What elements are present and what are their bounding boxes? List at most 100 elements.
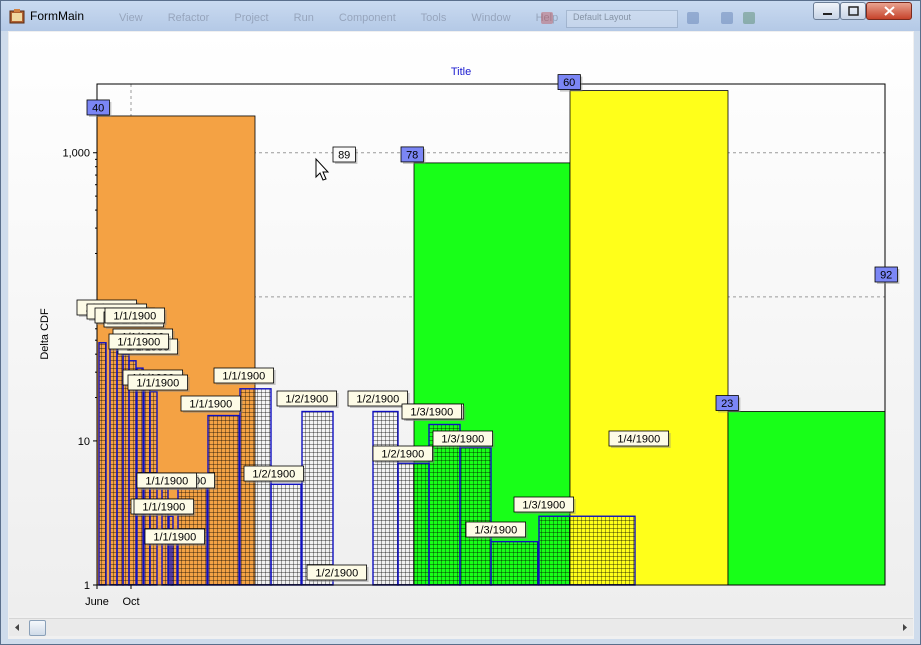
bar-date-label-group: 1/1/1900 [213, 367, 276, 385]
extra-date-label-group: 1/1/1900 [108, 333, 171, 351]
chevron-left-icon [15, 624, 19, 631]
hatched-bar [539, 516, 635, 585]
hatched-bar-group [397, 462, 430, 586]
y-tick-label: 1 [84, 580, 90, 592]
extra-date-label: 1/1/1900 [142, 502, 185, 514]
annotation-label: 89 [338, 150, 350, 162]
hatched-bar-group [239, 388, 272, 586]
hatched-bar [240, 388, 271, 585]
hatched-bar [99, 342, 106, 585]
ghost-menu-item: Run [293, 12, 314, 24]
scroll-left-button[interactable] [9, 619, 26, 636]
bar-value-label-group: 78 [400, 146, 426, 164]
ghost-menu-item: Tools [420, 12, 447, 24]
extra-date-label: 1/1/1900 [113, 311, 156, 323]
close-button[interactable] [866, 2, 912, 20]
extra-date-label-group: 1/2/1900 [306, 564, 369, 582]
hatched-bar-group [490, 540, 539, 586]
hatched-bar [117, 351, 123, 585]
bar-date-label: 1/2/1900 [285, 394, 328, 406]
window-title: FormMain [30, 9, 85, 23]
extra-date-label-group: 1/3/1900 [401, 403, 464, 421]
bar [727, 411, 886, 586]
chart-panel: 1 10 1,000 June Oct 40 78 60 23 1/1/1900 1/1/1900… [9, 32, 913, 616]
ghost-run-icon [541, 12, 553, 24]
bar-date-label-group: 1/2/1900 [243, 465, 306, 483]
bar-value-label: 23 [721, 398, 733, 410]
ghost-menu-item: Component [338, 12, 396, 24]
hatched-bar-group [301, 410, 334, 586]
chart-title: Title [451, 66, 471, 78]
hatched-bar [208, 415, 239, 585]
bar-date-label: 1/1/1900 [136, 378, 179, 390]
form-client-area: 1 10 1,000 June Oct 40 78 60 23 1/1/1900 1/1/1900… [8, 31, 914, 639]
bar-date-label: 1/3/1900 [441, 434, 484, 446]
minimize-icon [823, 13, 832, 15]
y-tick-label: 10 [78, 436, 90, 448]
annotation-label: 92 [880, 270, 892, 282]
hatched-bar-group [270, 483, 302, 586]
ghost-menu-item: Project [234, 12, 269, 24]
mouse-cursor-icon [315, 157, 330, 181]
hatched-bar-group [207, 414, 240, 586]
bar-value-label: 60 [563, 77, 575, 89]
bar-date-label-group: 1/3/1900 [465, 521, 528, 539]
app-icon [9, 9, 25, 24]
ghost-menu-item: Refactor [167, 12, 210, 24]
bar-date-label-group: 1/2/1900 [372, 445, 435, 463]
hatched-bar [129, 360, 136, 585]
ghost-tool-icon [687, 12, 699, 24]
chart[interactable]: 1 10 1,000 June Oct 40 78 60 23 1/1/1900 1/1/1900… [9, 32, 913, 616]
hatched-bar [302, 411, 333, 585]
hatched-bar-group [109, 346, 118, 586]
minimize-button[interactable] [813, 2, 840, 20]
horizontal-scrollbar[interactable] [9, 618, 913, 636]
extra-date-label: 1/2/1900 [315, 568, 358, 580]
bar-date-label-group: 1/3/1900 [432, 430, 495, 448]
extra-date-label: 1/1/1900 [145, 476, 188, 488]
bar-date-label-group: 1/1/1900 [180, 395, 243, 413]
ghost-menu-item: Window [471, 12, 511, 24]
hatched-bar [491, 541, 538, 585]
extra-date-label-group: 1/1/1900 [133, 498, 196, 516]
chevron-right-icon [903, 624, 907, 631]
scrollbar-thumb[interactable] [29, 620, 46, 636]
bar-date-label-group: 1/1/1900 [127, 374, 190, 392]
title-bar[interactable]: FormMain View Refactor Project Run Compo… [1, 1, 920, 31]
bar-date-label: 1/3/1900 [474, 525, 517, 537]
hatched-bar-group [128, 360, 137, 586]
bar-date-label-group: 1/1/1900 [144, 528, 207, 546]
bar-value-label-group: 60 [557, 74, 583, 92]
bar-date-label-group: 1/2/1900 [276, 390, 339, 408]
hatched-bar [398, 463, 429, 585]
scroll-right-button[interactable] [896, 619, 913, 636]
hatched-bar-group [116, 350, 124, 586]
extra-date-label-group: 1/1/1900 [136, 472, 199, 490]
bar-date-label: 1/2/1900 [356, 394, 399, 406]
annotation-label-group: 89 [332, 146, 358, 164]
hatched-bar [171, 541, 177, 585]
annotation-label-group: 92 [874, 266, 900, 284]
hatched-bar [110, 346, 117, 585]
extra-date-label: 1/3/1900 [410, 407, 453, 419]
bar-value-label-group: 40 [86, 99, 112, 117]
extra-date-label-group: 1/1/1900 [104, 307, 167, 325]
extra-date-label-group: 1/4/1900 [608, 430, 671, 448]
ghost-layout-box: Default Layout [566, 10, 678, 28]
close-icon [884, 6, 895, 16]
ghost-layout-text: Default Layout [573, 12, 632, 22]
hatched-bar [460, 447, 491, 585]
x-tick-label: Oct [122, 596, 139, 608]
maximize-button[interactable] [840, 2, 866, 20]
background-menu-ghost: View Refactor Project Run Component Tool… [119, 12, 559, 24]
bar-date-label: 1/3/1900 [522, 500, 565, 512]
hatched-bar-group [170, 540, 178, 586]
x-tick-label: June [85, 596, 109, 608]
hatched-bar-group [459, 446, 492, 586]
hatched-bar-group [538, 515, 636, 586]
bar-date-label-group: 1/3/1900 [513, 496, 576, 514]
bar-date-label: 1/1/1900 [222, 371, 265, 383]
bar-date-label: 1/2/1900 [381, 449, 424, 461]
hatched-bar-group [372, 410, 399, 586]
y-tick-label: 1,000 [62, 148, 90, 160]
